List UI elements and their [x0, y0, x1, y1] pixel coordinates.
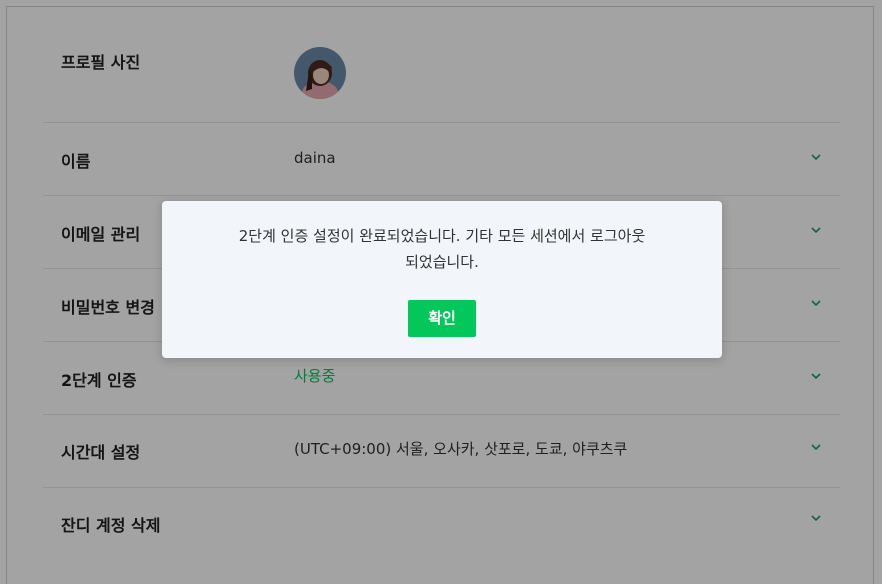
dialog-message: 2단계 인증 설정이 완료되었습니다. 기타 모든 세션에서 로그아웃 되었습니…	[182, 223, 702, 275]
dialog-message-line2: 되었습니다.	[405, 253, 479, 271]
confirm-button[interactable]: 확인	[408, 300, 476, 337]
dialog-message-line1: 2단계 인증 설정이 완료되었습니다. 기타 모든 세션에서 로그아웃	[238, 227, 646, 245]
confirmation-dialog: 2단계 인증 설정이 완료되었습니다. 기타 모든 세션에서 로그아웃 되었습니…	[162, 201, 722, 358]
